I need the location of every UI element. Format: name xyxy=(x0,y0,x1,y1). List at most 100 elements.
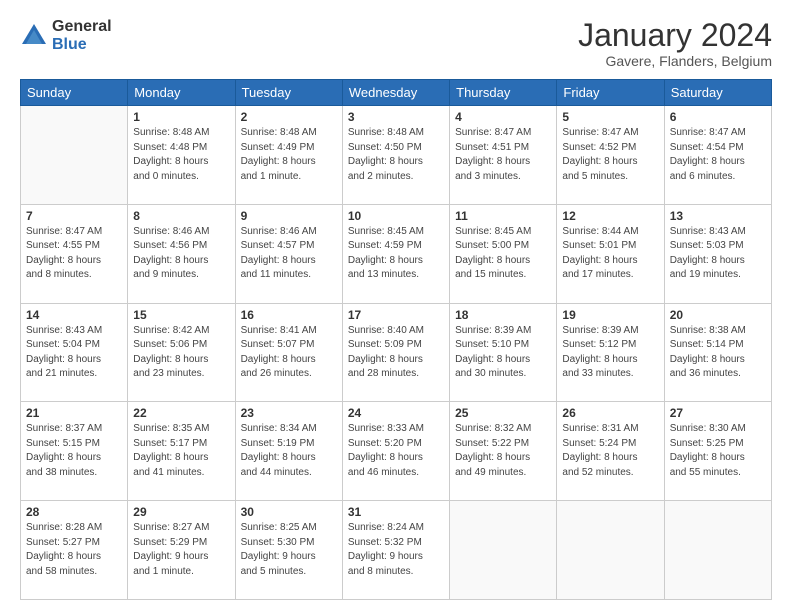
day-number: 1 xyxy=(133,110,229,124)
calendar-cell: 10 Sunrise: 8:45 AMSunset: 4:59 PMDayligh… xyxy=(342,204,449,303)
day-number: 9 xyxy=(241,209,337,223)
cell-content: Sunrise: 8:45 AMSunset: 5:00 PMDaylight:… xyxy=(455,225,551,283)
day-header-sunday: Sunday xyxy=(21,80,128,106)
calendar-cell: 14Sunrise: 8:43 AMSunset: 5:04 PMDayligh… xyxy=(21,303,128,402)
subtitle: Gavere, Flanders, Belgium xyxy=(578,53,772,69)
day-number: 8 xyxy=(133,209,229,223)
day-number: 5 xyxy=(562,110,658,124)
cell-content: Sunrise: 8:47 AMSunset: 4:55 PMDaylight:… xyxy=(26,225,122,283)
header: General Blue January 2024 Gavere, Flande… xyxy=(20,18,772,69)
calendar-cell: 31Sunrise: 8:24 AMSunset: 5:32 PMDayligh… xyxy=(342,501,449,600)
logo-general: General xyxy=(52,18,112,36)
day-number: 12 xyxy=(562,209,658,223)
cell-content: Sunrise: 8:47 AMSunset: 4:54 PMDaylight:… xyxy=(670,126,766,184)
cell-content: Sunrise: 8:39 AMSunset: 5:12 PMDaylight:… xyxy=(562,324,658,382)
day-number: 31 xyxy=(348,505,444,519)
day-number: 16 xyxy=(241,308,337,322)
day-number: 22 xyxy=(133,406,229,420)
day-number: 27 xyxy=(670,406,766,420)
day-header-saturday: Saturday xyxy=(664,80,771,106)
calendar-cell: 16 Sunrise: 8:41 AMSunset: 5:07 PMDayligh… xyxy=(235,303,342,402)
cell-content: Sunrise: 8:31 AMSunset: 5:24 PMDaylight:… xyxy=(562,422,658,480)
day-number: 10 xyxy=(348,209,444,223)
cell-content: Sunrise: 8:35 AMSunset: 5:17 PMDaylight:… xyxy=(133,422,229,480)
calendar-cell: 29Sunrise: 8:27 AMSunset: 5:29 PMDayligh… xyxy=(128,501,235,600)
day-header-monday: Monday xyxy=(128,80,235,106)
cell-content: Sunrise: 8:43 AMSunset: 5:03 PMDaylight:… xyxy=(670,225,766,283)
calendar-cell: 22 Sunrise: 8:35 AMSunset: 5:17 PMDayligh… xyxy=(128,402,235,501)
day-number: 15 xyxy=(133,308,229,322)
calendar-cell: 30 Sunrise: 8:25 AMSunset: 5:30 PMDayligh… xyxy=(235,501,342,600)
cell-content: Sunrise: 8:39 AMSunset: 5:10 PMDaylight:… xyxy=(455,324,551,382)
day-number: 18 xyxy=(455,308,551,322)
day-number: 3 xyxy=(348,110,444,124)
calendar-cell: 8 Sunrise: 8:46 AMSunset: 4:56 PMDaylight… xyxy=(128,204,235,303)
day-number: 7 xyxy=(26,209,122,223)
cell-content: Sunrise: 8:46 AMSunset: 4:57 PMDaylight:… xyxy=(241,225,337,283)
calendar-cell: 26 Sunrise: 8:31 AMSunset: 5:24 PMDayligh… xyxy=(557,402,664,501)
day-number: 20 xyxy=(670,308,766,322)
calendar-cell: 20 Sunrise: 8:38 AMSunset: 5:14 PMDayligh… xyxy=(664,303,771,402)
calendar-cell: 24 Sunrise: 8:33 AMSunset: 5:20 PMDayligh… xyxy=(342,402,449,501)
calendar-cell: 19Sunrise: 8:39 AMSunset: 5:12 PMDayligh… xyxy=(557,303,664,402)
calendar-cell xyxy=(664,501,771,600)
cell-content: Sunrise: 8:44 AMSunset: 5:01 PMDaylight:… xyxy=(562,225,658,283)
cell-content: Sunrise: 8:48 AMSunset: 4:48 PMDaylight:… xyxy=(133,126,229,184)
calendar-cell: 28 Sunrise: 8:28 AMSunset: 5:27 PMDayligh… xyxy=(21,501,128,600)
day-number: 17 xyxy=(348,308,444,322)
day-number: 6 xyxy=(670,110,766,124)
day-number: 30 xyxy=(241,505,337,519)
calendar-cell: 7 Sunrise: 8:47 AMSunset: 4:55 PMDaylight… xyxy=(21,204,128,303)
cell-content: Sunrise: 8:32 AMSunset: 5:22 PMDaylight:… xyxy=(455,422,551,480)
day-header-friday: Friday xyxy=(557,80,664,106)
day-number: 13 xyxy=(670,209,766,223)
day-number: 23 xyxy=(241,406,337,420)
cell-content: Sunrise: 8:41 AMSunset: 5:07 PMDaylight:… xyxy=(241,324,337,382)
day-number: 28 xyxy=(26,505,122,519)
calendar-cell: 25 Sunrise: 8:32 AMSunset: 5:22 PMDayligh… xyxy=(450,402,557,501)
day-number: 11 xyxy=(455,209,551,223)
day-number: 25 xyxy=(455,406,551,420)
calendar-cell: 27 Sunrise: 8:30 AMSunset: 5:25 PMDayligh… xyxy=(664,402,771,501)
cell-content: Sunrise: 8:48 AMSunset: 4:50 PMDaylight:… xyxy=(348,126,444,184)
cell-content: Sunrise: 8:42 AMSunset: 5:06 PMDaylight:… xyxy=(133,324,229,382)
day-number: 21 xyxy=(26,406,122,420)
day-header-tuesday: Tuesday xyxy=(235,80,342,106)
calendar-cell: 5Sunrise: 8:47 AMSunset: 4:52 PMDaylight… xyxy=(557,106,664,205)
calendar-cell: 9 Sunrise: 8:46 AMSunset: 4:57 PMDaylight… xyxy=(235,204,342,303)
calendar-header-row: SundayMondayTuesdayWednesdayThursdayFrid… xyxy=(21,80,772,106)
page: General Blue January 2024 Gavere, Flande… xyxy=(0,0,792,612)
calendar-cell: 6 Sunrise: 8:47 AMSunset: 4:54 PMDaylight… xyxy=(664,106,771,205)
calendar-week-row: 1 Sunrise: 8:48 AMSunset: 4:48 PMDaylight… xyxy=(21,106,772,205)
cell-content: Sunrise: 8:38 AMSunset: 5:14 PMDaylight:… xyxy=(670,324,766,382)
logo-text: General Blue xyxy=(52,18,112,53)
cell-content: Sunrise: 8:28 AMSunset: 5:27 PMDaylight:… xyxy=(26,521,122,579)
day-header-wednesday: Wednesday xyxy=(342,80,449,106)
cell-content: Sunrise: 8:34 AMSunset: 5:19 PMDaylight:… xyxy=(241,422,337,480)
calendar-cell: 17Sunrise: 8:40 AMSunset: 5:09 PMDayligh… xyxy=(342,303,449,402)
cell-content: Sunrise: 8:33 AMSunset: 5:20 PMDaylight:… xyxy=(348,422,444,480)
calendar-week-row: 21Sunrise: 8:37 AMSunset: 5:15 PMDayligh… xyxy=(21,402,772,501)
calendar-cell xyxy=(450,501,557,600)
calendar-cell xyxy=(21,106,128,205)
cell-content: Sunrise: 8:25 AMSunset: 5:30 PMDaylight:… xyxy=(241,521,337,579)
calendar-week-row: 7 Sunrise: 8:47 AMSunset: 4:55 PMDaylight… xyxy=(21,204,772,303)
calendar-cell: 2 Sunrise: 8:48 AMSunset: 4:49 PMDaylight… xyxy=(235,106,342,205)
logo: General Blue xyxy=(20,18,112,53)
day-number: 24 xyxy=(348,406,444,420)
cell-content: Sunrise: 8:48 AMSunset: 4:49 PMDaylight:… xyxy=(241,126,337,184)
cell-content: Sunrise: 8:30 AMSunset: 5:25 PMDaylight:… xyxy=(670,422,766,480)
cell-content: Sunrise: 8:46 AMSunset: 4:56 PMDaylight:… xyxy=(133,225,229,283)
cell-content: Sunrise: 8:27 AMSunset: 5:29 PMDaylight:… xyxy=(133,521,229,579)
logo-icon xyxy=(20,22,48,50)
logo-blue: Blue xyxy=(52,36,112,54)
calendar-week-row: 28 Sunrise: 8:28 AMSunset: 5:27 PMDayligh… xyxy=(21,501,772,600)
calendar-cell: 4Sunrise: 8:47 AMSunset: 4:51 PMDaylight… xyxy=(450,106,557,205)
calendar-cell: 13 Sunrise: 8:43 AMSunset: 5:03 PMDayligh… xyxy=(664,204,771,303)
cell-content: Sunrise: 8:45 AMSunset: 4:59 PMDaylight:… xyxy=(348,225,444,283)
calendar-table: SundayMondayTuesdayWednesdayThursdayFrid… xyxy=(20,79,772,600)
day-number: 14 xyxy=(26,308,122,322)
day-number: 26 xyxy=(562,406,658,420)
day-number: 4 xyxy=(455,110,551,124)
day-number: 2 xyxy=(241,110,337,124)
